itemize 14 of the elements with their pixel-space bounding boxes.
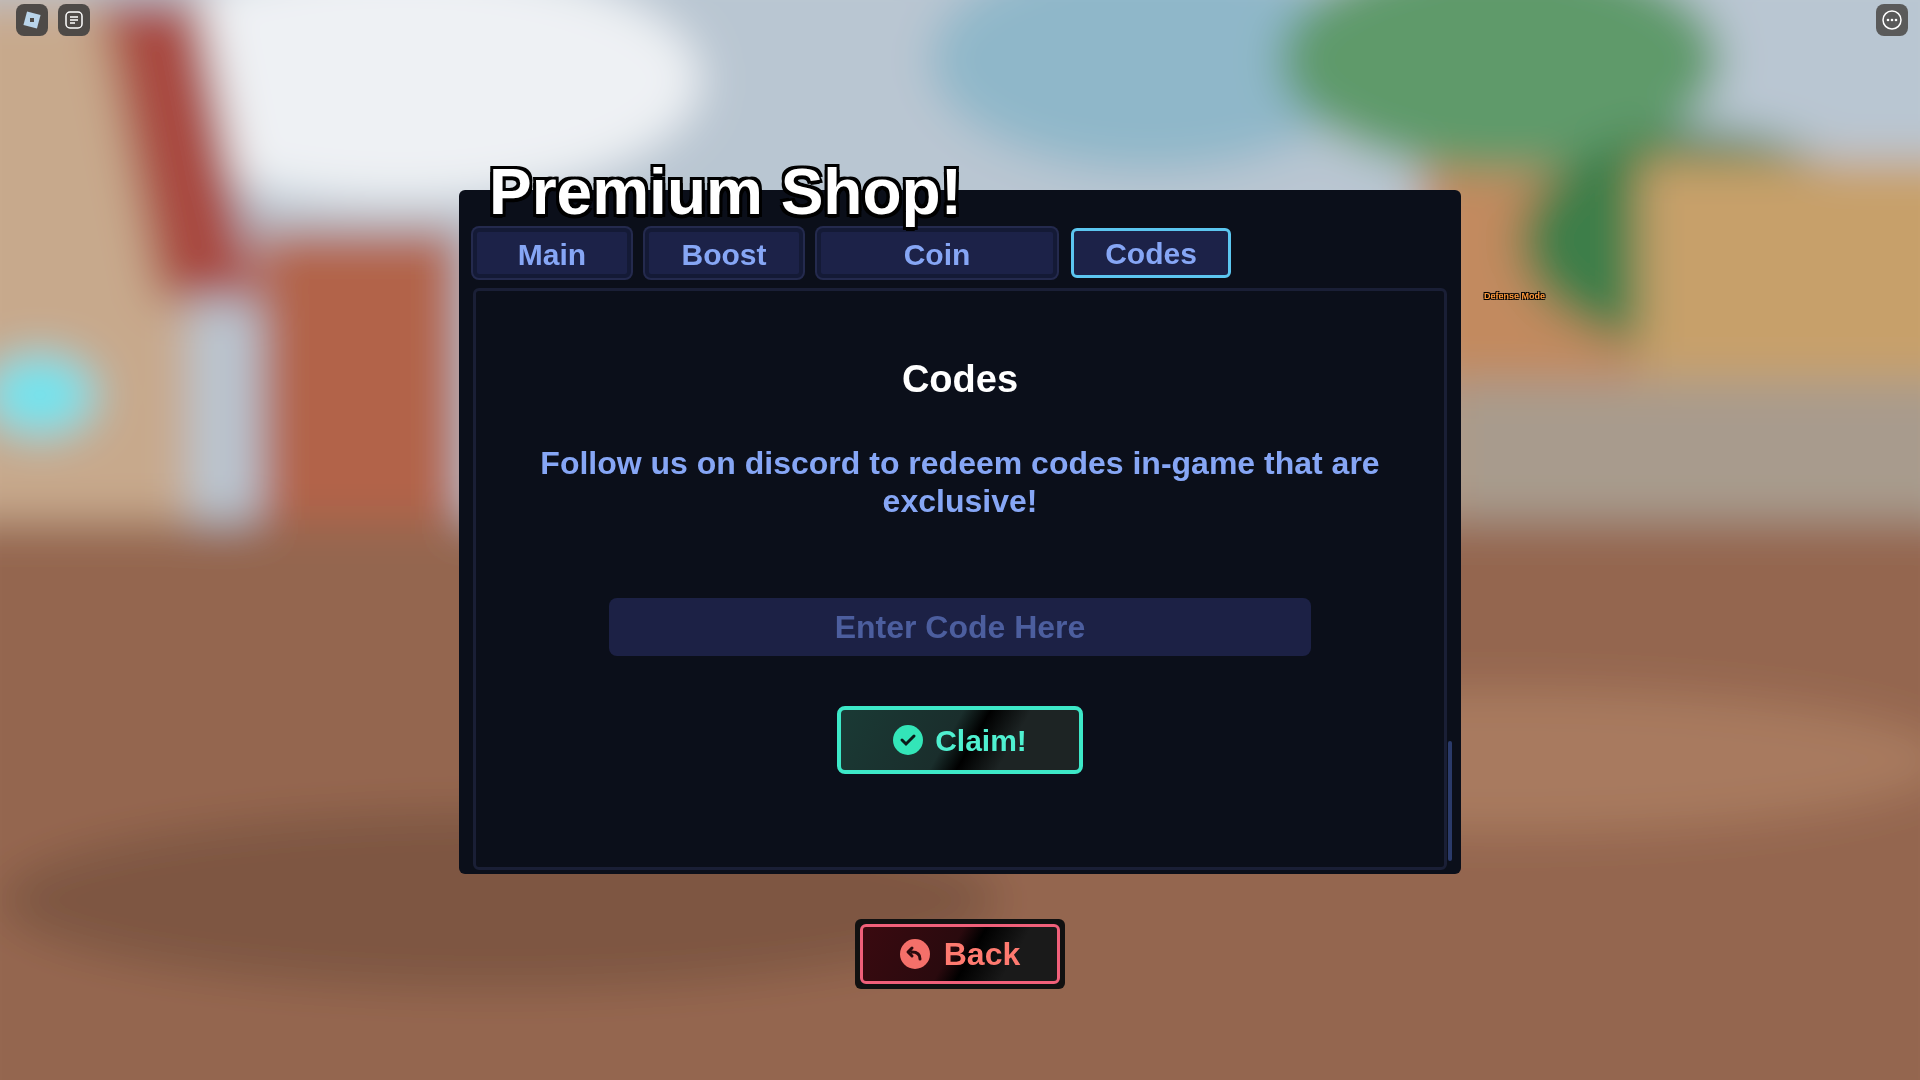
menu-icon[interactable] [1876, 4, 1908, 36]
overlay-label: Defense Mode [1484, 290, 1545, 303]
tab[interactable]: Codes [1071, 228, 1231, 278]
codes-message: Follow us on discord to redeem codes in-game that are exclusive! [539, 444, 1381, 520]
tab[interactable]: Main [473, 228, 631, 278]
claim-button[interactable]: Claim! [837, 706, 1083, 774]
chat-icon[interactable] [58, 4, 90, 36]
section-heading: Codes [901, 357, 1019, 402]
tab[interactable]: Coin [817, 228, 1057, 278]
code-input-field[interactable]: Enter Code Here [609, 598, 1311, 656]
check-icon [893, 725, 924, 755]
tab[interactable]: Boost [645, 228, 803, 278]
game-logo-icon[interactable] [16, 4, 48, 36]
back-button[interactable]: Back [855, 919, 1065, 989]
